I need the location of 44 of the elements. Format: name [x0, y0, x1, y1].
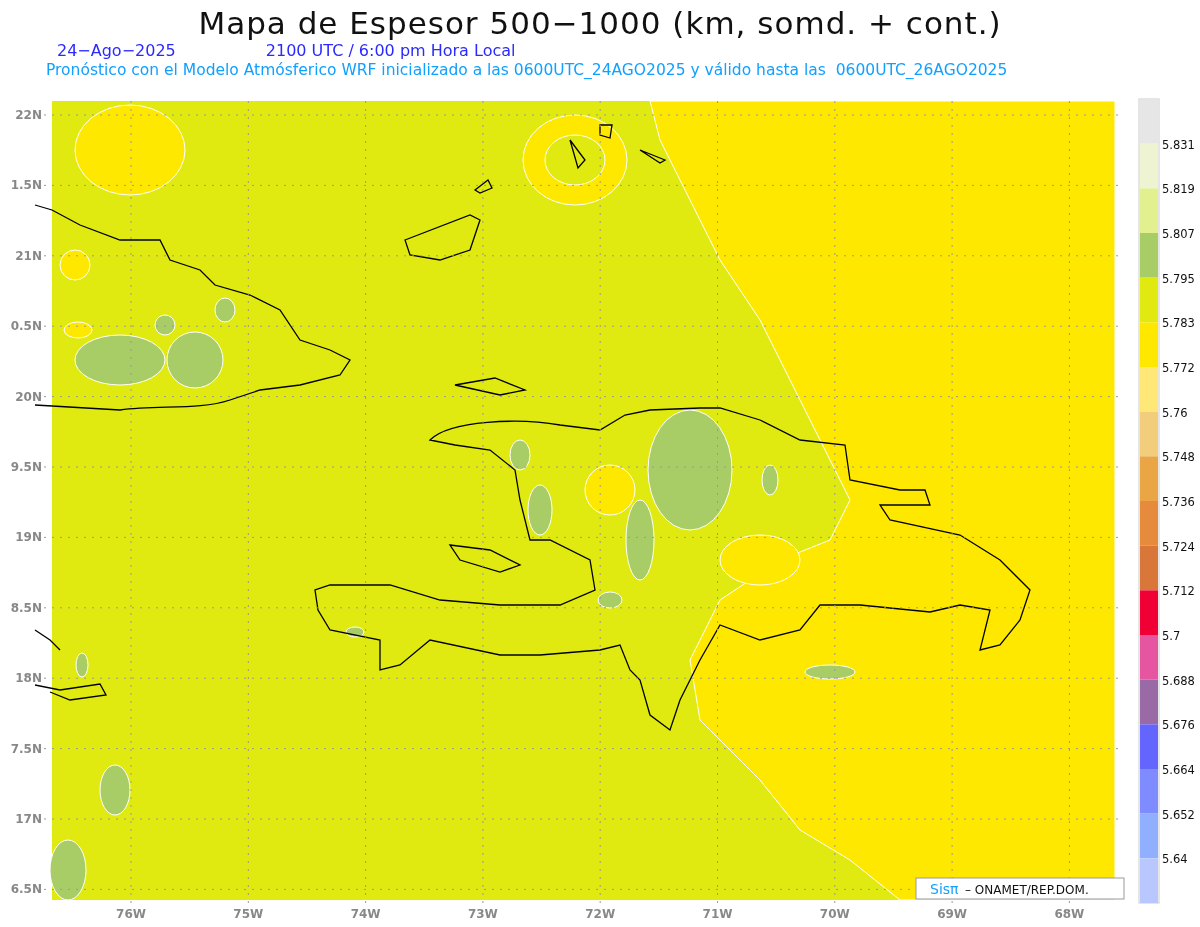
latitude-label: 22N [15, 108, 42, 122]
legend-label: 5.736 [1162, 495, 1195, 509]
legend-label: 5.664 [1162, 763, 1195, 777]
legend-label: 5.831 [1162, 137, 1195, 152]
longitude-label: 68W [1054, 907, 1085, 921]
latitude-label: 19N [15, 530, 42, 545]
legend-label: 5.676 [1162, 718, 1195, 733]
longitude-label: 76W [116, 907, 146, 921]
legend-label: 5.7 [1162, 629, 1181, 643]
legend-label: 5.772 [1162, 361, 1195, 375]
legend-label: 5.819 [1162, 182, 1195, 197]
legend-label: 5.712 [1162, 584, 1195, 599]
longitude-label: 73W [467, 907, 498, 921]
legend-label: 5.724 [1162, 539, 1195, 554]
longitude-label: 72W [585, 907, 616, 921]
longitude-label: 71W [702, 907, 733, 921]
latitude-label: 9.5N [10, 460, 42, 474]
longitude-label: 70W [819, 907, 850, 921]
longitude-label: 75W [233, 907, 264, 921]
latitude-label: 0.5N [10, 319, 42, 334]
latitude-label: 18N [15, 671, 42, 686]
legend-label: 5.795 [1162, 271, 1195, 286]
legend-label: 5.783 [1162, 316, 1195, 331]
brand-label: Sisπ [930, 881, 959, 897]
latitude-label: 8.5N [10, 600, 42, 615]
forecast-date: 24−Ago−2025 [57, 42, 176, 60]
map-title: Mapa de Espesor 500−1000 (km, somd. + cont.) [197, 4, 1003, 42]
legend-label: 5.688 [1162, 673, 1195, 688]
latitude-label: 17N [15, 812, 42, 826]
latitude-label: 7.5N [10, 741, 42, 756]
longitude-label: 69W [937, 907, 968, 921]
legend-label: 5.64 [1162, 852, 1188, 867]
forecast-time: 2100 UTC / 6:00 pm Hora Local [265, 42, 516, 60]
legend-label: 5.652 [1162, 807, 1195, 822]
latitude-label: 1.5N [10, 178, 42, 193]
latitude-label: 21N [15, 248, 42, 263]
latitude-label: 6.5N [10, 882, 42, 897]
latitude-label: 20N [15, 389, 42, 404]
forecast-description: Pronóstico con el Modelo Atmósferico WRF inicializado a las 0600UTC_24AGO2025 y válido hasta las 0600UTC_26AGO2025 [45, 60, 1009, 80]
legend-label: 5.807 [1162, 227, 1195, 241]
credit-text: – ONAMET/REP.DOM. [965, 883, 1089, 897]
legend-label: 5.748 [1162, 450, 1195, 465]
longitude-label: 74W [350, 907, 381, 921]
legend-label: 5.76 [1162, 405, 1188, 420]
